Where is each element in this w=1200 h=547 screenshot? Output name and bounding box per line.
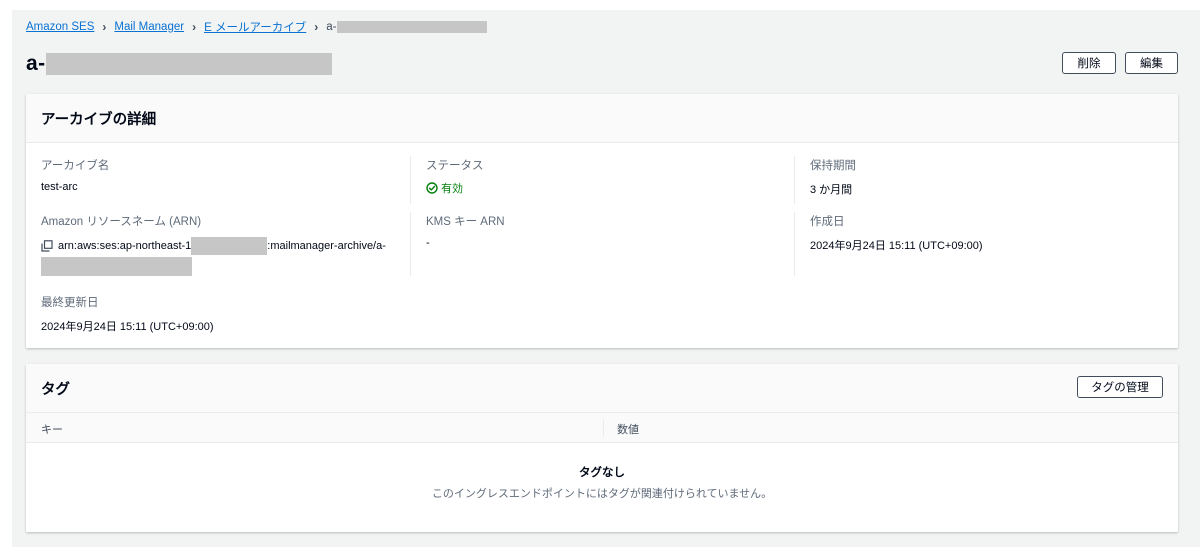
updated-field: 最終更新日 2024年9月24日 15:11 (UTC+09:00) <box>41 294 214 334</box>
arn-field: Amazon リソースネーム (ARN) arn:aws:ses:ap-nort… <box>41 213 401 276</box>
created-value: 2024年9月24日 15:11 (UTC+09:00) <box>810 240 983 252</box>
check-circle-icon <box>426 182 438 194</box>
field-label: ステータス <box>426 160 484 172</box>
updated-value: 2024年9月24日 15:11 (UTC+09:00) <box>41 321 214 333</box>
archive-name-value: test-arc <box>41 181 78 193</box>
arn-value-row: arn:aws:ses:ap-northeast-1 :mailmanager-a… <box>41 237 401 255</box>
card-title: タグ <box>41 381 70 398</box>
breadcrumb-email-archive[interactable]: E メールアーカイブ <box>204 19 306 35</box>
field-label: 作成日 <box>810 216 845 228</box>
status-text: 有効 <box>441 183 463 195</box>
empty-message: このイングレスエンドポイントにはタグが関連付けられていません。 <box>431 488 773 500</box>
column-divider <box>794 156 795 204</box>
tags-table-header: キー 数値 <box>26 413 1178 443</box>
tags-empty-state: タグなし このイングレスエンドポイントにはタグが関連付けられていません。 <box>26 464 1178 501</box>
breadcrumb: Amazon SES › Mail Manager › E メールアーカイブ ›… <box>26 18 487 36</box>
retention-value: 3 か月間 <box>810 184 853 196</box>
field-label: アーカイブ名 <box>41 160 110 172</box>
kms-value: - <box>426 237 430 249</box>
status-badge: 有効 <box>426 180 484 196</box>
chevron-right-icon: › <box>192 20 197 34</box>
redacted-block <box>45 53 332 75</box>
created-field: 作成日 2024年9月24日 15:11 (UTC+09:00) <box>810 213 983 253</box>
redacted-block <box>191 237 268 255</box>
chevron-right-icon: › <box>314 20 319 34</box>
field-label: KMS キー ARN <box>426 216 505 228</box>
archive-details-header: アーカイブの詳細 <box>26 94 1178 143</box>
redacted-block <box>41 257 192 276</box>
kms-field: KMS キー ARN - <box>426 213 505 249</box>
page-title-row: a- <box>26 52 332 76</box>
card-title: アーカイブの詳細 <box>41 111 157 128</box>
copy-icon[interactable] <box>41 240 53 252</box>
column-header-value[interactable]: 数値 <box>617 421 639 437</box>
arn-text-suffix: :mailmanager-archive/a- <box>267 240 386 252</box>
column-divider <box>410 156 411 204</box>
breadcrumb-mail-manager[interactable]: Mail Manager <box>114 21 184 33</box>
field-label: 保持期間 <box>810 160 856 172</box>
retention-field: 保持期間 3 か月間 <box>810 157 856 197</box>
empty-title: タグなし <box>579 467 625 479</box>
breadcrumb-current-text: a- <box>326 21 337 34</box>
column-divider <box>794 212 795 276</box>
column-header-key[interactable]: キー <box>41 421 63 437</box>
archive-details-card: アーカイブの詳細 アーカイブ名 test-arc ステータス 有効 保持期間 3… <box>26 94 1178 348</box>
archive-name-field: アーカイブ名 test-arc <box>41 157 109 193</box>
status-field: ステータス 有効 <box>426 157 484 196</box>
redacted-block <box>336 20 487 33</box>
breadcrumb-ses[interactable]: Amazon SES <box>26 21 94 33</box>
tags-card: タグ タグの管理 キー 数値 タグなし このイングレスエンドポイントにはタグが関… <box>26 364 1178 532</box>
column-divider <box>603 419 604 437</box>
edit-button[interactable]: 編集 <box>1125 52 1178 74</box>
field-label: Amazon リソースネーム (ARN) <box>41 216 202 228</box>
delete-button[interactable]: 削除 <box>1062 52 1116 74</box>
tags-header: タグ タグの管理 <box>26 364 1178 413</box>
page-title: a- <box>26 52 46 75</box>
arn-text-prefix: arn:aws:ses:ap-northeast-1 <box>58 240 192 252</box>
page-content: Amazon SES › Mail Manager › E メールアーカイブ ›… <box>12 10 1200 547</box>
field-label: 最終更新日 <box>41 297 99 309</box>
column-divider <box>410 212 411 276</box>
chevron-right-icon: › <box>102 20 107 34</box>
breadcrumb-current: a- <box>326 20 487 34</box>
manage-tags-button[interactable]: タグの管理 <box>1077 376 1163 398</box>
